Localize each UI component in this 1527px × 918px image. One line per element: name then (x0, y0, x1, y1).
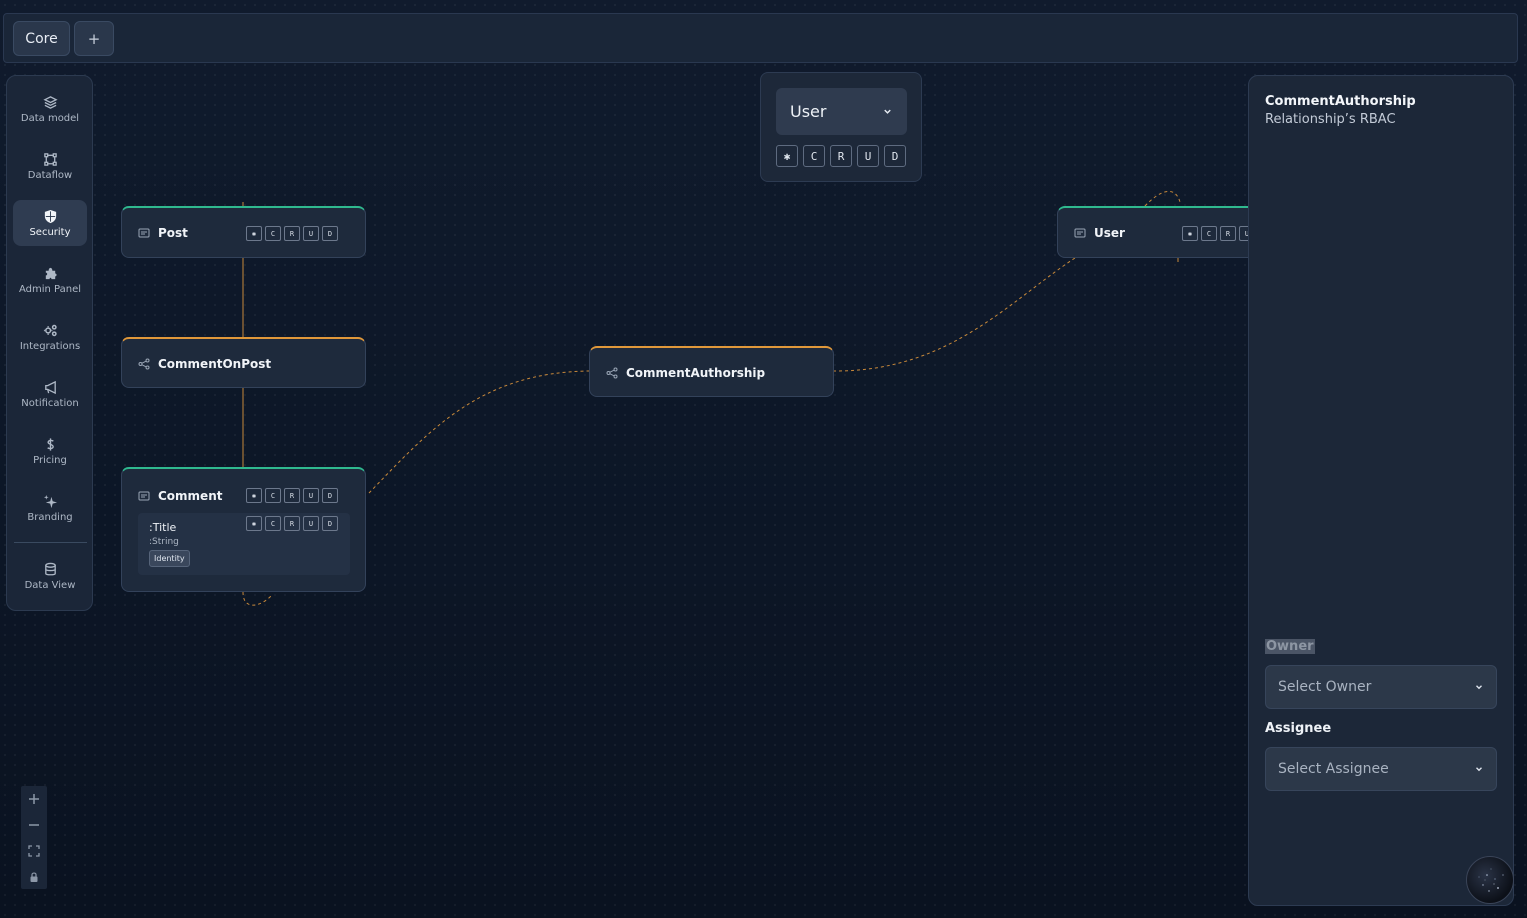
perm-read[interactable]: R (284, 516, 300, 531)
field-type: :String (149, 537, 179, 547)
node-header: CommentAuthorship (606, 348, 765, 398)
lock-icon (30, 872, 38, 882)
node-title: Post (158, 226, 188, 240)
perm-update[interactable]: U (303, 226, 319, 241)
assignee-label: Assignee (1265, 721, 1332, 736)
chevron-down-icon (884, 109, 891, 114)
node-header: Post (138, 208, 188, 258)
sparkles-icon (1478, 868, 1504, 892)
assistant-orb[interactable] (1466, 856, 1514, 904)
node-header: User (1074, 208, 1125, 258)
table-icon (138, 228, 150, 238)
share-icon (138, 358, 150, 370)
perm-update[interactable]: U (857, 145, 879, 167)
node-title: User (1094, 226, 1125, 240)
rbac-panel: CommentAuthorship Relationship’s RBAC Ow… (1248, 75, 1514, 906)
zoom-out-button[interactable] (21, 812, 47, 838)
perm-all[interactable]: ✱ (1182, 226, 1198, 241)
assignee-select-placeholder: Select Assignee (1278, 761, 1389, 777)
perm-create[interactable]: C (265, 226, 281, 241)
perm-read[interactable]: R (284, 226, 300, 241)
node-comment[interactable]: Comment ✱ C R U D :Title :String Identit… (121, 467, 366, 592)
node-permissions: ✱ C R U D (246, 226, 338, 241)
edge-comment-commentauthorship (368, 370, 591, 494)
perm-update[interactable]: U (303, 516, 319, 531)
assignee-select[interactable]: Select Assignee (1265, 747, 1497, 791)
perm-delete[interactable]: D (322, 516, 338, 531)
zoom-controls (21, 786, 47, 889)
field-row[interactable]: :Title :String Identity ✱ C R U D (138, 513, 350, 575)
perm-delete[interactable]: D (884, 145, 906, 167)
node-permissions: ✱ C R U D (246, 488, 338, 503)
minus-icon (29, 824, 39, 826)
field-permissions: ✱ C R U D (246, 516, 338, 531)
edge-comment-selfloop (242, 591, 273, 606)
edge-commentauthorship-user (832, 255, 1079, 372)
panel-title: CommentAuthorship (1265, 94, 1416, 109)
app-root: Core + Data model Dataflow Security Admi… (0, 0, 1527, 918)
perm-delete[interactable]: D (322, 226, 338, 241)
perm-create[interactable]: C (265, 488, 281, 503)
role-permissions: ✱ C R U D (776, 145, 906, 167)
node-comment-authorship[interactable]: CommentAuthorship (589, 346, 834, 397)
perm-all[interactable]: ✱ (246, 516, 262, 531)
node-comment-on-post[interactable]: CommentOnPost (121, 337, 366, 388)
node-header: CommentOnPost (138, 339, 271, 389)
role-select[interactable]: User (776, 88, 907, 135)
owner-label: Owner (1265, 639, 1315, 654)
table-icon (138, 491, 150, 501)
role-panel: User ✱ C R U D (760, 72, 922, 182)
fit-view-button[interactable] (21, 838, 47, 864)
perm-all[interactable]: ✱ (776, 145, 798, 167)
node-title: CommentOnPost (158, 357, 272, 371)
perm-update[interactable]: U (303, 488, 319, 503)
field-name: :Title (149, 521, 177, 534)
field-tag: Identity (149, 550, 190, 567)
perm-create[interactable]: C (1201, 226, 1217, 241)
share-icon (606, 367, 618, 379)
plus-icon (29, 794, 39, 804)
role-select-value: User (790, 102, 827, 121)
panel-subtitle: Relationship’s RBAC (1265, 112, 1396, 127)
perm-read[interactable]: R (284, 488, 300, 503)
node-title: Comment (158, 489, 223, 503)
fullscreen-icon (28, 845, 40, 857)
owner-select[interactable]: Select Owner (1265, 665, 1497, 709)
lock-button[interactable] (21, 864, 47, 890)
perm-delete[interactable]: D (322, 488, 338, 503)
node-post[interactable]: Post ✱ C R U D (121, 206, 366, 258)
perm-create[interactable]: C (803, 145, 825, 167)
zoom-in-button[interactable] (21, 786, 47, 812)
chevron-down-icon (1476, 685, 1482, 690)
perm-read[interactable]: R (1220, 226, 1236, 241)
perm-create[interactable]: C (265, 516, 281, 531)
perm-all[interactable]: ✱ (246, 488, 262, 503)
node-title: CommentAuthorship (626, 366, 766, 380)
edge-user-selfloop (1144, 191, 1181, 207)
perm-all[interactable]: ✱ (246, 226, 262, 241)
perm-read[interactable]: R (830, 145, 852, 167)
chevron-down-icon (1476, 767, 1482, 772)
table-icon (1074, 228, 1086, 238)
owner-select-placeholder: Select Owner (1278, 679, 1372, 695)
